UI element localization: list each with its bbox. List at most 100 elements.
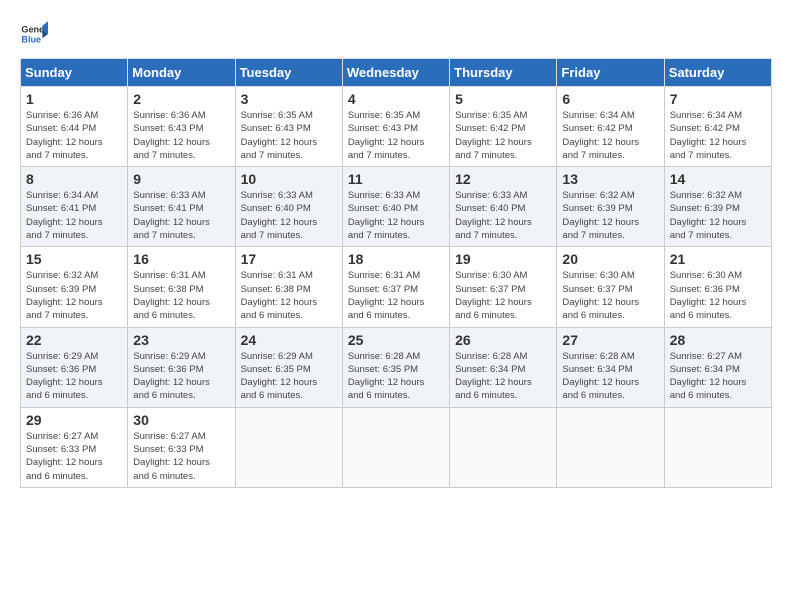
day-number: 15 — [26, 251, 122, 267]
logo-icon: General Blue — [20, 20, 48, 48]
day-cell: 5 Sunrise: 6:35 AM Sunset: 6:42 PM Daylig… — [450, 87, 557, 167]
day-cell: 19 Sunrise: 6:30 AM Sunset: 6:37 PM Dayli… — [450, 247, 557, 327]
day-info: Sunrise: 6:30 AM Sunset: 6:37 PM Dayligh… — [562, 269, 658, 322]
day-info: Sunrise: 6:28 AM Sunset: 6:35 PM Dayligh… — [348, 350, 444, 403]
day-info: Sunrise: 6:35 AM Sunset: 6:43 PM Dayligh… — [241, 109, 337, 162]
day-cell: 24 Sunrise: 6:29 AM Sunset: 6:35 PM Dayli… — [235, 327, 342, 407]
day-info: Sunrise: 6:30 AM Sunset: 6:37 PM Dayligh… — [455, 269, 551, 322]
day-number: 18 — [348, 251, 444, 267]
day-info: Sunrise: 6:32 AM Sunset: 6:39 PM Dayligh… — [562, 189, 658, 242]
day-number: 9 — [133, 171, 229, 187]
page-header: General Blue — [20, 20, 772, 48]
calendar-table: SundayMondayTuesdayWednesdayThursdayFrid… — [20, 58, 772, 488]
day-cell: 16 Sunrise: 6:31 AM Sunset: 6:38 PM Dayli… — [128, 247, 235, 327]
day-cell: 15 Sunrise: 6:32 AM Sunset: 6:39 PM Dayli… — [21, 247, 128, 327]
day-info: Sunrise: 6:35 AM Sunset: 6:43 PM Dayligh… — [348, 109, 444, 162]
day-info: Sunrise: 6:33 AM Sunset: 6:41 PM Dayligh… — [133, 189, 229, 242]
day-cell: 22 Sunrise: 6:29 AM Sunset: 6:36 PM Dayli… — [21, 327, 128, 407]
day-number: 20 — [562, 251, 658, 267]
day-info: Sunrise: 6:28 AM Sunset: 6:34 PM Dayligh… — [562, 350, 658, 403]
day-cell: 4Sunrise: 6:35 AM Sunset: 6:43 PM Daylig… — [342, 87, 449, 167]
day-number: 30 — [133, 412, 229, 428]
day-info: Sunrise: 6:34 AM Sunset: 6:41 PM Dayligh… — [26, 189, 122, 242]
day-number: 12 — [455, 171, 551, 187]
week-row-1: 1 Sunrise: 6:36 AM Sunset: 6:44 PM Daylig… — [21, 87, 772, 167]
day-info: Sunrise: 6:36 AM Sunset: 6:44 PM Dayligh… — [26, 109, 122, 162]
day-cell: 28 Sunrise: 6:27 AM Sunset: 6:34 PM Dayli… — [664, 327, 771, 407]
day-cell: 25 Sunrise: 6:28 AM Sunset: 6:35 PM Dayli… — [342, 327, 449, 407]
day-number: 24 — [241, 332, 337, 348]
day-cell: 6 Sunrise: 6:34 AM Sunset: 6:42 PM Daylig… — [557, 87, 664, 167]
day-header-tuesday: Tuesday — [235, 59, 342, 87]
day-number: 16 — [133, 251, 229, 267]
week-row-5: 29 Sunrise: 6:27 AM Sunset: 6:33 PM Dayli… — [21, 407, 772, 487]
day-number: 5 — [455, 91, 551, 107]
day-info: Sunrise: 6:30 AM Sunset: 6:36 PM Dayligh… — [670, 269, 766, 322]
day-cell: 2Sunrise: 6:36 AM Sunset: 6:43 PM Daylig… — [128, 87, 235, 167]
day-info: Sunrise: 6:35 AM Sunset: 6:42 PM Dayligh… — [455, 109, 551, 162]
day-number: 13 — [562, 171, 658, 187]
day-info: Sunrise: 6:31 AM Sunset: 6:37 PM Dayligh… — [348, 269, 444, 322]
day-header-thursday: Thursday — [450, 59, 557, 87]
day-cell — [664, 407, 771, 487]
day-info: Sunrise: 6:27 AM Sunset: 6:33 PM Dayligh… — [26, 430, 122, 483]
day-number: 21 — [670, 251, 766, 267]
day-number: 3 — [241, 91, 337, 107]
day-number: 25 — [348, 332, 444, 348]
day-number: 28 — [670, 332, 766, 348]
day-cell — [235, 407, 342, 487]
day-info: Sunrise: 6:29 AM Sunset: 6:36 PM Dayligh… — [26, 350, 122, 403]
day-cell: 23 Sunrise: 6:29 AM Sunset: 6:36 PM Dayli… — [128, 327, 235, 407]
day-number: 22 — [26, 332, 122, 348]
day-number: 23 — [133, 332, 229, 348]
day-info: Sunrise: 6:33 AM Sunset: 6:40 PM Dayligh… — [455, 189, 551, 242]
day-cell: 14 Sunrise: 6:32 AM Sunset: 6:39 PM Dayli… — [664, 167, 771, 247]
day-cell: 8Sunrise: 6:34 AM Sunset: 6:41 PM Daylig… — [21, 167, 128, 247]
day-cell: 10 Sunrise: 6:33 AM Sunset: 6:40 PM Dayli… — [235, 167, 342, 247]
day-header-saturday: Saturday — [664, 59, 771, 87]
day-cell: 27 Sunrise: 6:28 AM Sunset: 6:34 PM Dayli… — [557, 327, 664, 407]
day-cell: 30Sunrise: 6:27 AM Sunset: 6:33 PM Dayli… — [128, 407, 235, 487]
day-number: 1 — [26, 91, 122, 107]
day-header-wednesday: Wednesday — [342, 59, 449, 87]
day-number: 29 — [26, 412, 122, 428]
logo: General Blue — [20, 20, 48, 48]
day-info: Sunrise: 6:32 AM Sunset: 6:39 PM Dayligh… — [26, 269, 122, 322]
day-info: Sunrise: 6:34 AM Sunset: 6:42 PM Dayligh… — [562, 109, 658, 162]
day-info: Sunrise: 6:31 AM Sunset: 6:38 PM Dayligh… — [241, 269, 337, 322]
day-info: Sunrise: 6:34 AM Sunset: 6:42 PM Dayligh… — [670, 109, 766, 162]
header-row: SundayMondayTuesdayWednesdayThursdayFrid… — [21, 59, 772, 87]
day-number: 27 — [562, 332, 658, 348]
day-cell: 11Sunrise: 6:33 AM Sunset: 6:40 PM Dayli… — [342, 167, 449, 247]
day-cell: 3 Sunrise: 6:35 AM Sunset: 6:43 PM Daylig… — [235, 87, 342, 167]
day-number: 7 — [670, 91, 766, 107]
day-info: Sunrise: 6:29 AM Sunset: 6:36 PM Dayligh… — [133, 350, 229, 403]
day-cell: 12 Sunrise: 6:33 AM Sunset: 6:40 PM Dayli… — [450, 167, 557, 247]
day-number: 19 — [455, 251, 551, 267]
day-cell — [557, 407, 664, 487]
day-cell: 26 Sunrise: 6:28 AM Sunset: 6:34 PM Dayli… — [450, 327, 557, 407]
day-info: Sunrise: 6:28 AM Sunset: 6:34 PM Dayligh… — [455, 350, 551, 403]
day-info: Sunrise: 6:27 AM Sunset: 6:34 PM Dayligh… — [670, 350, 766, 403]
day-number: 26 — [455, 332, 551, 348]
day-cell: 29 Sunrise: 6:27 AM Sunset: 6:33 PM Dayli… — [21, 407, 128, 487]
day-header-sunday: Sunday — [21, 59, 128, 87]
week-row-4: 22 Sunrise: 6:29 AM Sunset: 6:36 PM Dayli… — [21, 327, 772, 407]
day-cell: 17Sunrise: 6:31 AM Sunset: 6:38 PM Dayli… — [235, 247, 342, 327]
day-cell: 20 Sunrise: 6:30 AM Sunset: 6:37 PM Dayli… — [557, 247, 664, 327]
svg-text:Blue: Blue — [21, 34, 41, 44]
day-info: Sunrise: 6:36 AM Sunset: 6:43 PM Dayligh… — [133, 109, 229, 162]
day-cell: 1 Sunrise: 6:36 AM Sunset: 6:44 PM Daylig… — [21, 87, 128, 167]
day-info: Sunrise: 6:32 AM Sunset: 6:39 PM Dayligh… — [670, 189, 766, 242]
day-info: Sunrise: 6:31 AM Sunset: 6:38 PM Dayligh… — [133, 269, 229, 322]
week-row-2: 8Sunrise: 6:34 AM Sunset: 6:41 PM Daylig… — [21, 167, 772, 247]
day-info: Sunrise: 6:29 AM Sunset: 6:35 PM Dayligh… — [241, 350, 337, 403]
day-cell — [450, 407, 557, 487]
day-cell: 13 Sunrise: 6:32 AM Sunset: 6:39 PM Dayli… — [557, 167, 664, 247]
day-number: 14 — [670, 171, 766, 187]
day-header-monday: Monday — [128, 59, 235, 87]
day-number: 10 — [241, 171, 337, 187]
day-number: 6 — [562, 91, 658, 107]
day-cell — [342, 407, 449, 487]
day-info: Sunrise: 6:33 AM Sunset: 6:40 PM Dayligh… — [241, 189, 337, 242]
